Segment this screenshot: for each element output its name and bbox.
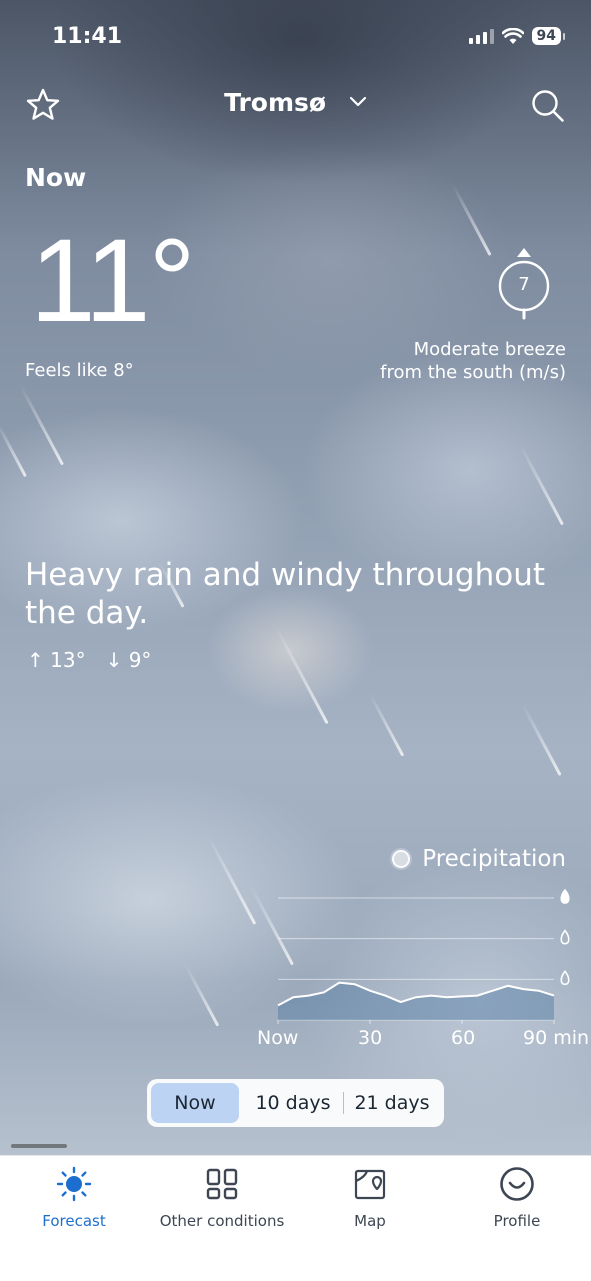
high-temp: ↑ 13°	[27, 648, 86, 672]
period-21-days-button[interactable]: 21 days	[344, 1079, 440, 1127]
raindrop-icon	[560, 888, 570, 904]
tab-other-conditions[interactable]: Other conditions	[148, 1166, 296, 1230]
high-low: ↑ 13° ↓ 9°	[27, 648, 151, 672]
tab-label: Forecast	[42, 1212, 106, 1230]
raindrop-icon	[560, 929, 570, 945]
status-icons: 94	[468, 27, 566, 45]
wind-direction-text: from the south (m/s)	[380, 362, 566, 383]
period-now-button[interactable]: Now	[151, 1083, 239, 1123]
low-temp-value: 9°	[128, 648, 152, 672]
grid-icon	[206, 1168, 238, 1200]
bottom-tab-bar: Forecast Other conditions Map Profile	[0, 1155, 591, 1281]
rain-streak	[519, 444, 564, 526]
sun-icon	[56, 1166, 92, 1202]
period-toggle: Now 10 days 21 days	[147, 1079, 444, 1127]
high-temp-value: 13°	[50, 648, 86, 672]
feels-like: Feels like 8°	[25, 360, 134, 381]
location-selector[interactable]: Tromsø	[0, 88, 591, 117]
rain-streak	[206, 835, 257, 925]
current-temperature: 11°	[30, 215, 196, 347]
rain-streak	[521, 703, 562, 777]
x-tick-label: 30	[358, 1027, 383, 1049]
wind-speed: 7	[518, 274, 530, 295]
precipitation-area	[278, 982, 554, 1020]
arrow-down-icon: ↓	[105, 648, 123, 672]
wind-dial: 7	[496, 246, 552, 326]
rain-streak	[183, 963, 220, 1027]
rain-streak	[274, 625, 329, 725]
rain-streak	[451, 183, 492, 257]
tab-map[interactable]: Map	[296, 1166, 444, 1230]
wifi-icon	[501, 27, 524, 44]
tab-label: Other conditions	[159, 1212, 285, 1230]
period-10-days-button[interactable]: 10 days	[243, 1079, 343, 1127]
precipitation-chart-svg	[277, 888, 570, 1024]
precipitation-chart	[256, 885, 576, 1029]
search-button[interactable]	[531, 89, 565, 127]
tab-label: Map	[354, 1212, 386, 1230]
x-tick-label: Now	[257, 1027, 299, 1049]
rain-streak	[368, 693, 405, 757]
x-tick-label: 90 min	[523, 1027, 590, 1049]
search-icon	[532, 90, 564, 122]
wind-strength: Moderate breeze	[413, 339, 566, 360]
precipitation-legend: Precipitation	[392, 846, 566, 872]
rain-streak	[19, 384, 64, 466]
now-label: Now	[25, 163, 87, 192]
signal-icon	[468, 28, 494, 44]
raindrop-icon	[560, 970, 570, 986]
legend-dot-icon	[392, 850, 411, 868]
wind-description: Moderate breeze from the south (m/s)	[380, 338, 566, 384]
day-summary: Heavy rain and windy throughout the day.	[25, 557, 546, 631]
tab-profile[interactable]: Profile	[443, 1166, 591, 1230]
arrow-up-icon: ↑	[27, 648, 44, 672]
rain-streak	[0, 422, 27, 478]
map-icon	[354, 1169, 386, 1200]
status-time: 11:41	[52, 24, 123, 49]
precipitation-title: Precipitation	[422, 846, 566, 872]
city-name: Tromsø	[224, 88, 327, 117]
tab-label: Profile	[493, 1212, 541, 1230]
smile-icon	[500, 1167, 534, 1201]
low-temp: ↓ 9°	[106, 648, 152, 672]
tab-forecast[interactable]: Forecast	[0, 1166, 148, 1230]
scroll-indicator	[11, 1144, 67, 1148]
battery-indicator: 94	[531, 27, 566, 45]
x-tick-label: 60	[451, 1027, 476, 1049]
chevron-down-icon	[349, 96, 366, 107]
